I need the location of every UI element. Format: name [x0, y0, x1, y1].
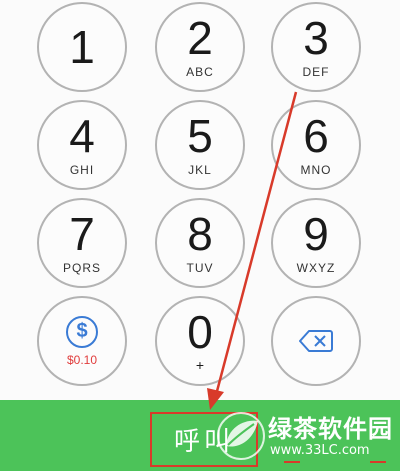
delete-button[interactable] — [271, 296, 361, 386]
dial-key-2[interactable]: 2 ABC — [155, 2, 245, 92]
key-letters: PQRS — [62, 261, 101, 275]
key-digit: 1 — [69, 21, 95, 73]
key-letters: GHI — [69, 163, 95, 177]
leaf-logo-icon — [217, 412, 265, 460]
key-digit: 9 — [303, 208, 329, 260]
key-digit: 2 — [187, 12, 213, 64]
dollar-icon: $ — [66, 315, 98, 348]
key-digit: 0 — [187, 306, 213, 358]
key-letters: JKL — [188, 163, 212, 177]
key-digit: 3 — [303, 12, 329, 64]
key-digit: 7 — [69, 208, 95, 260]
key-letters: MNO — [300, 163, 332, 177]
key-digit: 4 — [69, 110, 95, 162]
credit-amount: $0.10 — [66, 352, 98, 367]
key-digit: 5 — [187, 110, 213, 162]
key-letters: TUV — [186, 261, 214, 275]
key-digit: 8 — [187, 208, 213, 260]
key-letters: ABC — [186, 65, 214, 79]
dial-key-5[interactable]: 5 JKL — [155, 100, 245, 190]
dial-key-6[interactable]: 6 MNO — [271, 100, 361, 190]
dial-key-1[interactable]: 1 — [37, 2, 127, 92]
key-letters: + — [195, 357, 205, 373]
key-digit: 6 — [303, 110, 329, 162]
watermark: 绿茶软件园 www.33LC.com — [212, 403, 398, 469]
dial-key-9[interactable]: 9 WXYZ — [271, 198, 361, 288]
credit-button[interactable]: $ $0.10 — [37, 296, 127, 386]
watermark-title: 绿茶软件园 — [268, 415, 393, 443]
watermark-url: www.33LC.com — [270, 443, 370, 458]
dial-key-3[interactable]: 3 DEF — [271, 2, 361, 92]
key-letters: WXYZ — [296, 261, 336, 275]
dial-key-4[interactable]: 4 GHI — [37, 100, 127, 190]
dial-key-7[interactable]: 7 PQRS — [37, 198, 127, 288]
dial-key-8[interactable]: 8 TUV — [155, 198, 245, 288]
key-letters: DEF — [302, 65, 330, 79]
backspace-icon — [299, 330, 333, 352]
dial-key-0[interactable]: 0 + — [155, 296, 245, 386]
